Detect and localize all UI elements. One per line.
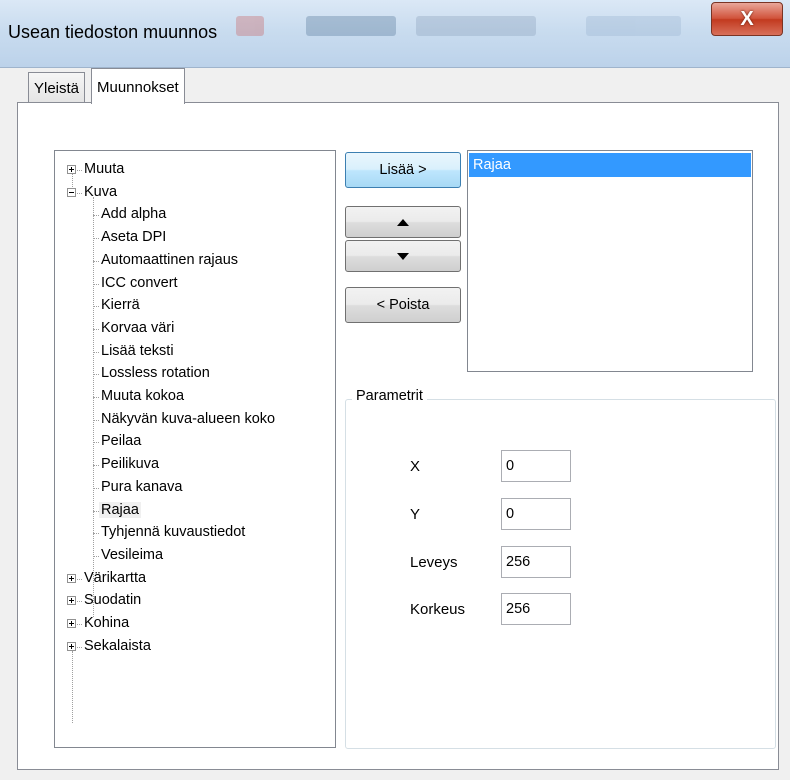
param-input-x[interactable]: 0	[501, 450, 571, 482]
tree-item-label: Tyhjennä kuvaustiedot	[101, 524, 246, 541]
param-input-y[interactable]: 0	[501, 498, 571, 530]
param-label-leveys: Leveys	[410, 554, 458, 571]
tree-item-label: Lisää teksti	[101, 342, 174, 359]
tab-label: Muunnokset	[97, 79, 179, 96]
tree-item-label: Peilikuva	[101, 456, 160, 473]
collapse-icon[interactable]	[67, 187, 76, 197]
expand-icon[interactable]	[67, 596, 76, 606]
tree-item-label: Automaattinen rajaus	[101, 251, 239, 268]
tree-item-label: Peilaa	[101, 433, 142, 450]
move-down-button[interactable]	[345, 240, 461, 272]
expand-icon[interactable]	[67, 619, 76, 628]
blurred-toolbar	[236, 12, 706, 42]
tree-item-label: Kuva	[84, 183, 118, 200]
tab-muunnokset[interactable]: Muunnokset	[91, 68, 185, 104]
transform-tree[interactable]: Muuta Kuva Add alpha Aseta DPI Automaattinen…	[54, 150, 336, 748]
title-bar: Usean tiedoston muunnos X	[0, 0, 790, 68]
tree-item-label: Muuta	[84, 161, 125, 177]
tree-item-label: Kohina	[84, 615, 130, 631]
tree-item-label: Värikartta	[84, 569, 147, 586]
down-arrow-icon	[397, 252, 409, 260]
tree-item-label: Suodatin	[84, 592, 142, 609]
up-arrow-icon	[397, 218, 409, 226]
list-item[interactable]: Rajaa	[469, 153, 751, 177]
tree-item-label: Sekalaista	[84, 637, 151, 654]
param-label-korkeus: Korkeus	[410, 601, 466, 618]
tree-item-label: Pura kanava	[101, 478, 183, 495]
remove-button-label: < Poista	[376, 297, 430, 313]
selected-transforms-list[interactable]: Rajaa	[467, 150, 753, 372]
add-button-label: Lisää >	[379, 162, 427, 178]
add-button[interactable]: Lisää >	[345, 152, 461, 188]
window-title: Usean tiedoston muunnos	[8, 22, 218, 42]
tree-item-label: Rajaa	[99, 501, 141, 518]
tree-item-label: Kierrä	[101, 297, 140, 314]
tab-label: Yleistä	[34, 80, 80, 97]
tree-item-label: ICC convert	[101, 274, 178, 291]
tree-item-label: Muuta kokoa	[101, 388, 185, 404]
remove-button[interactable]: < Poista	[345, 287, 461, 323]
expand-icon[interactable]	[67, 641, 76, 651]
tree-item-label: Korvaa väri	[101, 319, 175, 336]
tree-item-label: Lossless rotation	[101, 365, 210, 382]
tab-yleista[interactable]: Yleistä	[28, 72, 86, 102]
param-label-y: Y	[410, 506, 421, 523]
tree-item-label: Aseta DPI	[101, 229, 167, 246]
param-label-x: X	[410, 458, 421, 475]
parameters-title: Parametrit	[352, 388, 427, 404]
param-input-leveys[interactable]: 256	[501, 546, 571, 578]
expand-icon[interactable]	[67, 165, 76, 174]
close-button[interactable]: X	[711, 2, 783, 36]
tree-item-label: Vesileima	[101, 546, 164, 563]
expand-icon[interactable]	[67, 573, 76, 583]
tree-item-label: Add alpha	[101, 206, 167, 223]
param-input-korkeus[interactable]: 256	[501, 593, 571, 625]
move-up-button[interactable]	[345, 206, 461, 238]
tree-item-label: Näkyvän kuva-alueen koko	[101, 410, 276, 427]
